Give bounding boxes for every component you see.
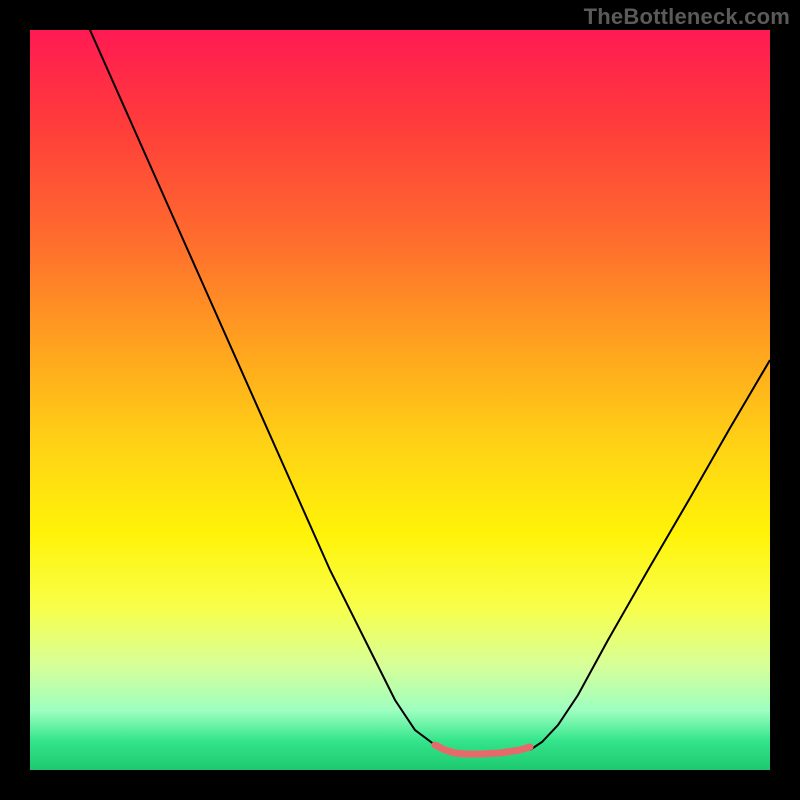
- curve-trough-highlight: [435, 745, 530, 754]
- curve-right-branch: [530, 360, 770, 750]
- plot-area: [30, 30, 770, 770]
- watermark-text: TheBottleneck.com: [584, 4, 790, 30]
- chart-frame: TheBottleneck.com: [0, 0, 800, 800]
- curve-left-branch: [90, 30, 450, 750]
- curve-layer: [30, 30, 770, 770]
